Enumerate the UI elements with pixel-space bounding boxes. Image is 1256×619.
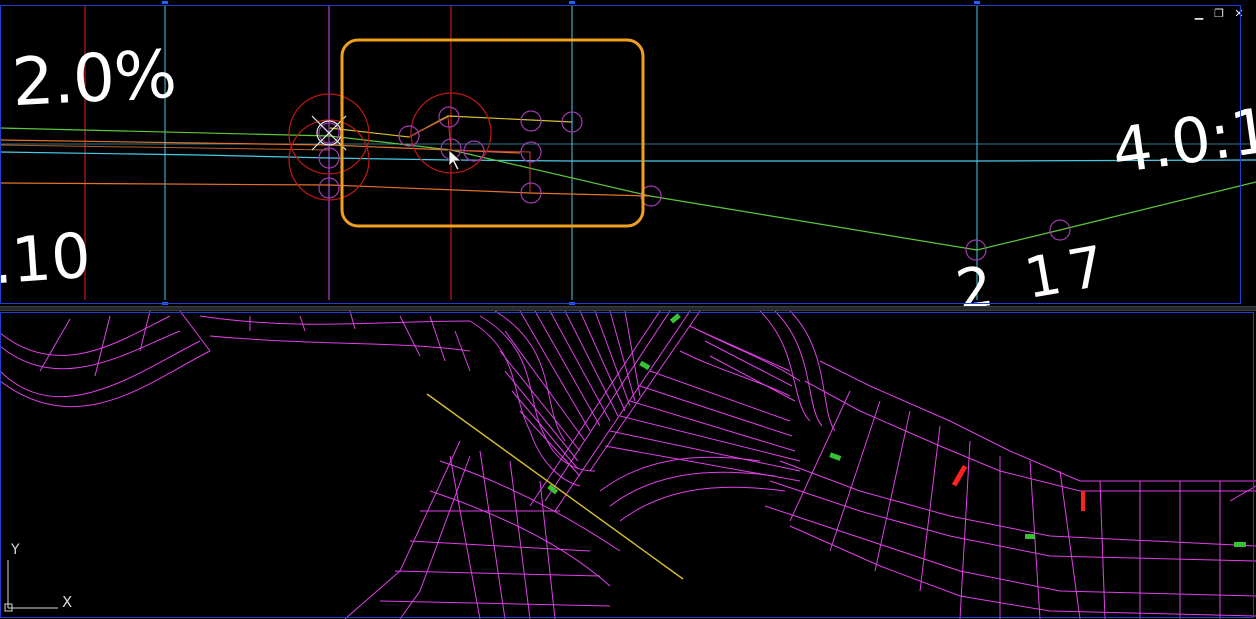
red-markers bbox=[951, 464, 1085, 511]
plan-viewport[interactable]: Y X bbox=[0, 311, 1256, 619]
ucs-x-label: X bbox=[62, 593, 72, 611]
grade-percent-label: 2.0% bbox=[10, 35, 178, 122]
minimize-icon[interactable]: ▁ bbox=[1192, 8, 1206, 20]
corridor-mesh bbox=[0, 311, 1256, 619]
left-value-label: .10 bbox=[0, 218, 94, 299]
ucs-y-label: Y bbox=[10, 542, 20, 558]
red-grip-connector bbox=[408, 116, 531, 193]
grid-tick-marks bbox=[162, 1, 980, 305]
profile-viewport[interactable]: 2.0% .10 4.0:1 2 17 ▁ ❐ ✕ bbox=[0, 0, 1256, 306]
highlight-box bbox=[340, 38, 645, 228]
green-alignment-line bbox=[0, 127, 1256, 251]
ucs-icon bbox=[4, 560, 58, 612]
green-markers bbox=[547, 313, 1246, 547]
restore-icon[interactable]: ❐ bbox=[1212, 8, 1226, 20]
close-icon[interactable]: ✕ bbox=[1232, 8, 1246, 20]
profile-grid-lines bbox=[164, 6, 978, 300]
purple-grip-circles bbox=[318, 106, 1071, 261]
viewport-window-controls: ▁ ❐ ✕ bbox=[1192, 8, 1246, 20]
cyan-profile-line bbox=[0, 151, 1256, 162]
orange-profile-line-2 bbox=[0, 182, 651, 197]
plan-drawing: Y X bbox=[0, 311, 1256, 619]
